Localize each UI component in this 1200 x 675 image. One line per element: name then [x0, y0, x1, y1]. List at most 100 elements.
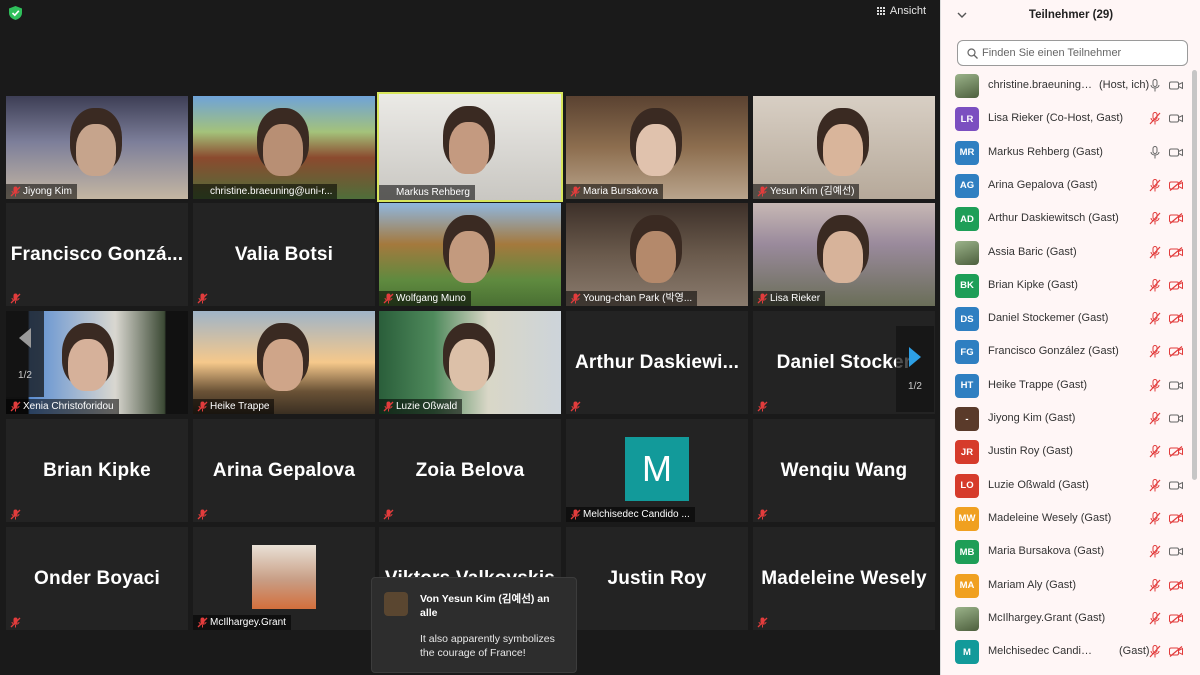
participant-tile[interactable]: Zoia Belova	[379, 419, 561, 522]
participant-tile[interactable]: Arthur Daskiewi...	[566, 311, 748, 414]
mic-muted-icon	[383, 401, 394, 412]
camera-off-icon[interactable]	[1169, 646, 1183, 658]
participant-tile[interactable]: Justin Roy	[566, 527, 748, 630]
mic-muted-icon[interactable]	[1149, 178, 1161, 192]
participant-row[interactable]: MW Madeleine Wesely (Gast)	[941, 503, 1193, 536]
camera-icon[interactable]	[1169, 480, 1183, 491]
grid-view-icon	[877, 7, 886, 16]
mic-muted-icon[interactable]	[1149, 378, 1161, 392]
participant-tile[interactable]: Markus Rehberg	[377, 92, 563, 202]
mic-muted-icon[interactable]	[1149, 478, 1161, 492]
camera-icon[interactable]	[1169, 80, 1183, 91]
participant-search[interactable]	[957, 40, 1188, 66]
participant-tile[interactable]: Wolfgang Muno	[379, 203, 561, 306]
participant-row[interactable]: FG Francisco González (Gast)	[941, 336, 1193, 369]
participant-name-large: Arina Gepalova	[212, 459, 356, 481]
camera-off-icon[interactable]	[1169, 279, 1183, 291]
participant-tile[interactable]: Maria Bursakova	[566, 96, 748, 199]
participant-tile[interactable]: Arina Gepalova	[193, 419, 375, 522]
camera-off-icon[interactable]	[1169, 246, 1183, 258]
participant-tile[interactable]: McIlhargey.Grant	[193, 527, 375, 630]
participant-row[interactable]: BK Brian Kipke (Gast)	[941, 270, 1193, 303]
participant-tile[interactable]: Madeleine Wesely	[753, 527, 935, 630]
participant-row[interactable]: HT Heike Trappe (Gast)	[941, 370, 1193, 403]
participant-tile[interactable]: Valia Botsi	[193, 203, 375, 306]
participant-figure	[76, 124, 116, 176]
participant-tile[interactable]: Onder Boyaci	[6, 527, 188, 630]
participant-figure	[263, 339, 303, 391]
view-button[interactable]: Ansicht	[873, 2, 930, 20]
mic-muted-icon[interactable]	[1149, 412, 1161, 425]
participant-name-large: Justin Roy	[607, 567, 707, 589]
participant-avatar	[955, 606, 979, 631]
participants-scrollbar[interactable]	[1192, 70, 1197, 480]
camera-off-icon[interactable]	[1169, 313, 1183, 325]
camera-off-icon[interactable]	[1169, 213, 1183, 225]
camera-icon[interactable]	[1169, 113, 1183, 124]
mic-muted-icon[interactable]	[1149, 278, 1161, 292]
mic-muted-icon[interactable]	[1149, 578, 1161, 592]
mic-muted-icon[interactable]	[1149, 245, 1161, 259]
camera-icon[interactable]	[1169, 380, 1183, 391]
participant-figure	[449, 122, 489, 174]
participant-row[interactable]: McIlhargey.Grant (Gast)	[941, 603, 1193, 636]
participant-tile[interactable]: Heike Trappe	[193, 311, 375, 414]
mic-muted-icon[interactable]	[1149, 611, 1161, 625]
participant-row[interactable]: MR Markus Rehberg (Gast)	[941, 137, 1193, 170]
participant-tile[interactable]: Young-chan Park (박영...	[566, 203, 748, 306]
participant-name-label: Yesun Kim (김예선)	[753, 184, 860, 199]
participant-tile[interactable]: Yesun Kim (김예선)	[753, 96, 935, 199]
participant-tile[interactable]: Francisco Gonzá...	[6, 203, 188, 306]
next-page-button[interactable]: 1/2	[896, 326, 934, 412]
mic-muted-icon[interactable]	[1149, 545, 1161, 558]
camera-icon[interactable]	[1169, 546, 1183, 557]
mic-muted-icon[interactable]	[1149, 445, 1161, 458]
camera-off-icon[interactable]	[1169, 346, 1183, 358]
mic-muted-icon[interactable]	[1149, 511, 1161, 525]
mic-muted-icon[interactable]	[1149, 112, 1161, 125]
previous-page-button[interactable]: 1/2	[6, 311, 44, 397]
camera-icon[interactable]	[1169, 413, 1183, 424]
mic-muted-icon[interactable]	[1149, 645, 1161, 658]
participant-row[interactable]: MA Mariam Aly (Gast)	[941, 570, 1193, 603]
chat-notification-popup[interactable]: Von Yesun Kim (김예선) an alle It also appa…	[371, 577, 577, 673]
participant-row[interactable]: AD Arthur Daskiewitsch (Gast)	[941, 203, 1193, 236]
participant-tile[interactable]: M Melchisedec Candido ...	[566, 419, 748, 522]
camera-off-icon[interactable]	[1169, 579, 1183, 591]
mic-muted-icon[interactable]	[1149, 345, 1161, 358]
camera-off-icon[interactable]	[1169, 446, 1183, 458]
camera-icon[interactable]	[1169, 147, 1183, 158]
participant-row[interactable]: MB Maria Bursakova (Gast)	[941, 536, 1193, 569]
camera-off-icon[interactable]	[1169, 512, 1183, 524]
participant-row[interactable]: christine.braeuning@... (Host, ich)	[941, 70, 1193, 103]
participant-avatar: MW	[955, 506, 979, 531]
participant-tile[interactable]: Jiyong Kim	[6, 96, 188, 199]
participant-avatar: M	[955, 640, 979, 665]
participant-name-label: Melchisedec Candido ...	[566, 507, 695, 522]
participant-row[interactable]: DS Daniel Stockemer (Gast)	[941, 303, 1193, 336]
participant-row[interactable]: - Jiyong Kim (Gast)	[941, 403, 1193, 436]
mic-icon[interactable]	[1149, 145, 1161, 159]
participant-row[interactable]: LO Luzie Oßwald (Gast)	[941, 470, 1193, 503]
participant-row[interactable]: AG Arina Gepalova (Gast)	[941, 170, 1193, 203]
participant-name: Daniel Stockemer (Gast)	[988, 312, 1109, 325]
search-input[interactable]	[982, 44, 1182, 62]
mic-muted-icon[interactable]	[1149, 212, 1161, 225]
zoom-meeting-window: Ansicht Jiyong Kim christine.braeuning@un…	[0, 0, 1200, 675]
participant-tile[interactable]: christine.braeuning@uni-r...	[193, 96, 375, 199]
mic-icon[interactable]	[1149, 79, 1161, 92]
camera-off-icon[interactable]	[1169, 612, 1183, 624]
participant-row[interactable]: M Melchisedec Candido Peli... (Gast)	[941, 636, 1193, 669]
camera-off-icon[interactable]	[1169, 179, 1183, 191]
security-shield-icon[interactable]	[9, 6, 22, 20]
participant-name-large: Brian Kipke	[43, 459, 151, 481]
participant-tile[interactable]: Wenqiu Wang	[753, 419, 935, 522]
participant-row[interactable]: JR Justin Roy (Gast)	[941, 436, 1193, 469]
mic-muted-icon[interactable]	[1149, 312, 1161, 325]
participant-row[interactable]: LR Lisa Rieker (Co-Host, Gast)	[941, 103, 1193, 136]
participant-row[interactable]: Assia Baric (Gast)	[941, 237, 1193, 270]
participant-tile[interactable]: Brian Kipke	[6, 419, 188, 522]
participant-tile[interactable]: Luzie Oßwald	[379, 311, 561, 414]
participant-tile[interactable]: Lisa Rieker	[753, 203, 935, 306]
chevron-right-icon	[909, 346, 921, 367]
